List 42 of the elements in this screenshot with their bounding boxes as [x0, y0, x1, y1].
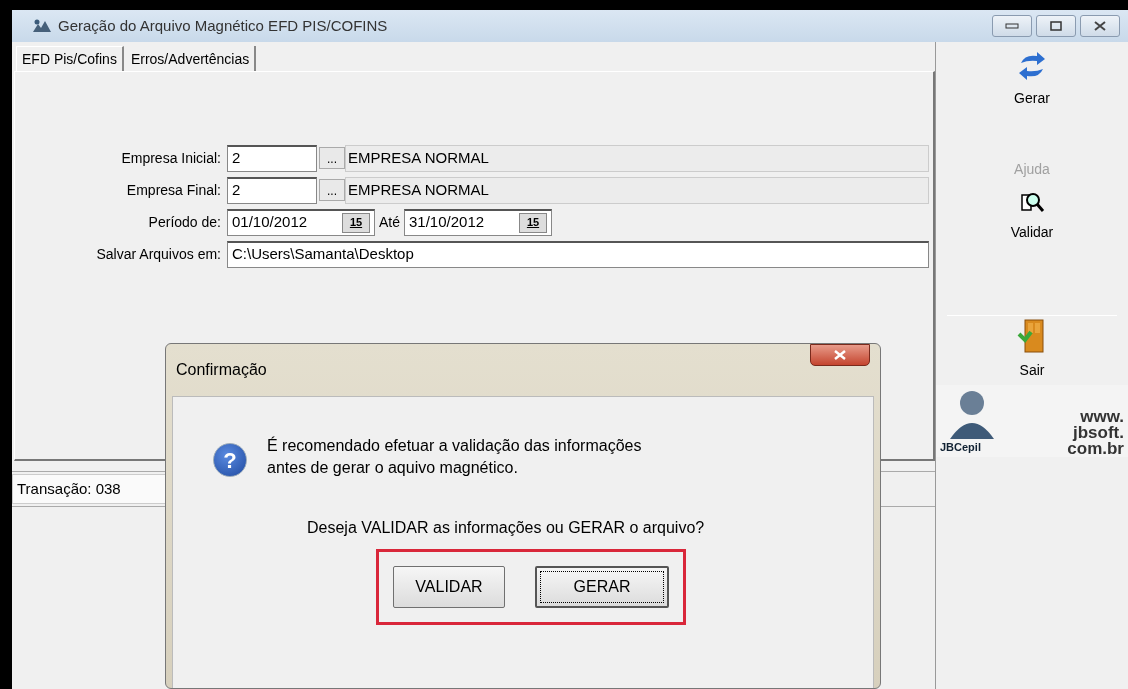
path-field[interactable]: C:\Users\Samanta\Desktop: [227, 240, 929, 268]
code-field[interactable]: 2: [227, 144, 317, 172]
calendar-button[interactable]: 15: [519, 212, 547, 233]
toolbar-button[interactable]: Validar: [1000, 188, 1064, 245]
tab[interactable]: EFD Pis/Cofins: [16, 46, 124, 72]
question-icon: ?: [213, 443, 247, 477]
lookup-button[interactable]: ...: [319, 147, 345, 170]
maximize-icon: [1050, 21, 1062, 31]
company-name-field: EMPRESA NORMAL: [345, 144, 929, 172]
door-icon: [1017, 318, 1047, 354]
close-button[interactable]: [1080, 15, 1120, 37]
company-name-field: EMPRESA NORMAL: [345, 176, 929, 204]
close-button[interactable]: [810, 344, 870, 366]
lookup-button[interactable]: ...: [319, 179, 345, 202]
logo-text: www. jbsoft. com.br: [1067, 408, 1125, 457]
date-text: 01/10/2012: [232, 212, 308, 233]
date-field[interactable]: 01/10/2012 15: [227, 208, 375, 236]
calendar-button[interactable]: 15: [342, 212, 370, 233]
minimize-icon: [1005, 23, 1019, 29]
dialog-question: Deseja VALIDAR as informações ou GERAR o arquivo?: [307, 517, 706, 538]
field-label: Até: [378, 212, 401, 232]
maximize-button[interactable]: [1036, 15, 1076, 37]
close-icon: [833, 349, 847, 361]
close-icon: [1094, 21, 1106, 31]
field-label: Salvar Arquivos em:: [95, 244, 222, 264]
app-icon: [32, 18, 52, 34]
window-title: Geração do Arquivo Magnético EFD PIS/COFINS: [58, 15, 388, 36]
date-text: 31/10/2012: [409, 212, 485, 233]
dialog-message: É recomendado efetuar a validação das informações antes de gerar o aquivo magnético.: [267, 435, 643, 479]
refresh-arrows-icon: [1017, 50, 1047, 82]
toolbar-button[interactable]: Gerar: [1004, 48, 1060, 111]
minimize-button[interactable]: [992, 15, 1032, 37]
field-label: Período de:: [147, 212, 222, 232]
field-label: Empresa Inicial:: [120, 148, 222, 168]
date-field[interactable]: 31/10/2012 15: [404, 208, 552, 236]
field-label: Empresa Final:: [125, 180, 222, 200]
dialog-title: Confirmação: [176, 360, 267, 380]
toolbar-button[interactable]: Sair: [947, 315, 1117, 383]
dialog-button[interactable]: VALIDAR: [393, 565, 505, 608]
code-field[interactable]: 2: [227, 176, 317, 204]
brand-text: JBCepil: [940, 439, 981, 455]
dialog-button[interactable]: GERAR: [535, 565, 669, 608]
